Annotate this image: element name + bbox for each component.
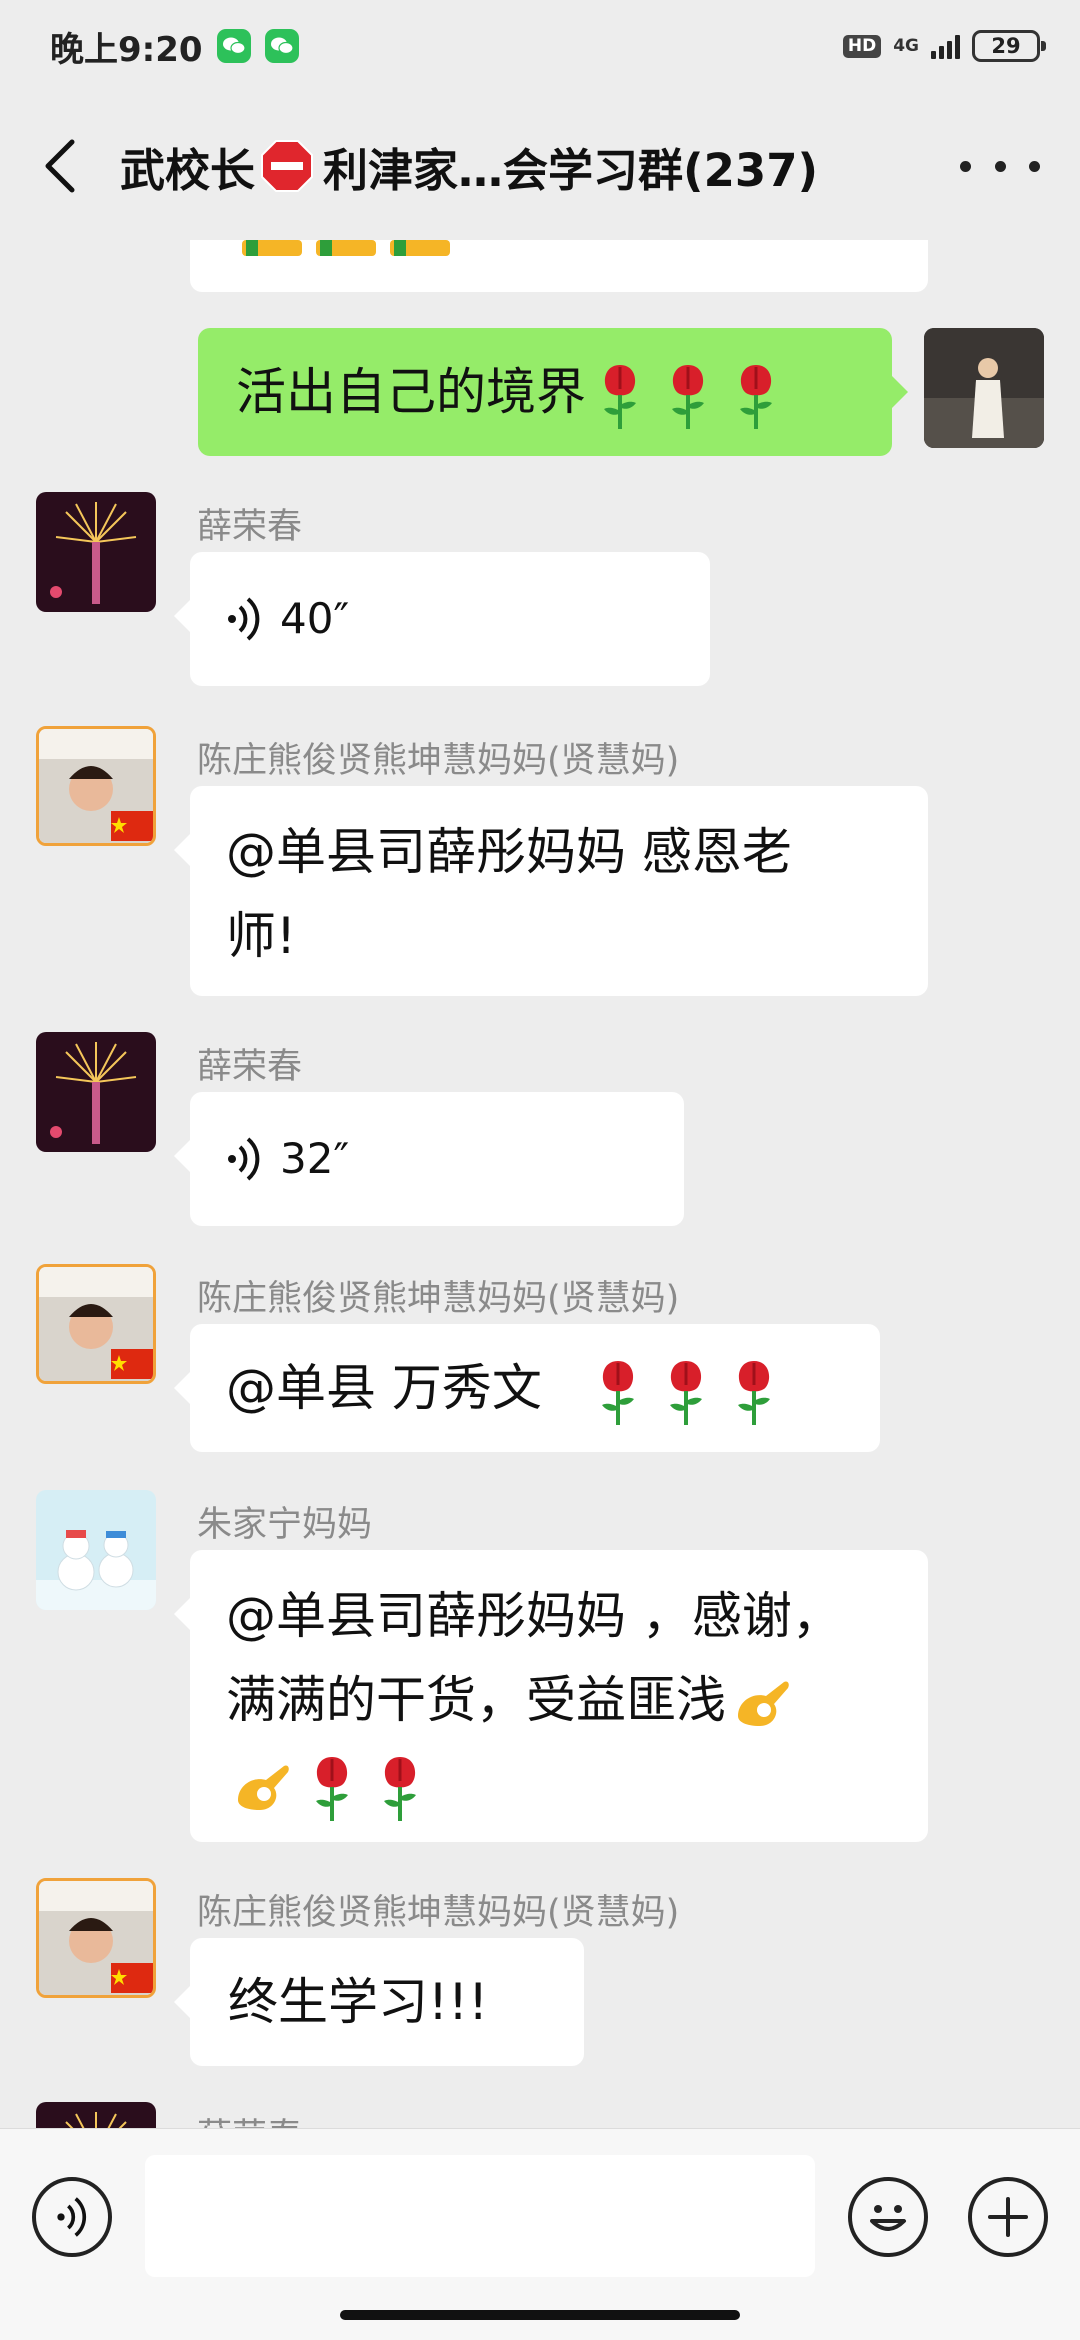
more-functions-button[interactable] [968, 2177, 1048, 2257]
wechat-notification-icon [264, 29, 299, 63]
battery-icon: 29 [972, 30, 1046, 62]
more-button[interactable] [960, 142, 1040, 190]
sender-name: 薛荣春 [197, 1047, 303, 1087]
more-dot-icon [960, 160, 971, 172]
message-list[interactable]: 活出自己的境界 薛荣春 40″ 陈庄熊俊贤熊坤慧妈妈(贤慧妈) @单县司薛彤妈妈… [0, 240, 1080, 2128]
sender-avatar-child[interactable] [36, 1878, 156, 1998]
rose-emoji-icon [672, 364, 704, 429]
message-text: 终生学习!!! [228, 1973, 489, 2031]
sender-avatar-fireworks[interactable] [36, 1032, 156, 1152]
message-text-line [226, 1742, 892, 1826]
sender-name: 陈庄熊俊贤熊坤慧妈妈(贤慧妈) [197, 741, 680, 781]
sender-name: 朱家宁妈妈 [197, 1505, 373, 1545]
message-input[interactable] [145, 2155, 815, 2277]
voice-message-bubble[interactable]: 40″ [174, 552, 710, 686]
message-bubble[interactable]: @单县 万秀文 [174, 1324, 880, 1452]
status-indicators: HD 4G 29 [842, 30, 1046, 62]
sender-avatar-child[interactable] [36, 1264, 156, 1384]
ok-hand-emoji-icon [738, 1680, 789, 1726]
smiley-icon [870, 2205, 906, 2231]
sender-avatar-snowman[interactable] [36, 1490, 156, 1610]
status-time: 晚上9:20 [50, 29, 203, 70]
emoji-button[interactable] [848, 2177, 928, 2257]
voice-wave-icon [228, 597, 260, 641]
sender-name: 薛荣春 [197, 507, 303, 547]
sender-avatar-fireworks[interactable] [36, 492, 156, 612]
chat-title: 武校长 利津家…会学习群(237) [120, 134, 920, 199]
sender-avatar-fireworks[interactable] [36, 2102, 156, 2128]
ok-hand-emoji-icon [238, 1764, 289, 1810]
rose-emoji-icon [669, 1360, 702, 1425]
wechat-notification-icon [216, 29, 251, 63]
plus-icon [988, 2197, 1028, 2237]
hd-badge: HD [842, 34, 882, 58]
voice-wave-icon [57, 2197, 87, 2237]
self-avatar[interactable] [924, 328, 1044, 448]
rose-emoji-icon [604, 364, 636, 429]
message-text-line: 满满的干货，受益匪浅 [226, 1658, 892, 1742]
rose-emoji-icon [601, 1360, 634, 1425]
voice-duration: 32″ [280, 1134, 350, 1183]
status-bar: 晚上9:20 HD 4G 29 [0, 0, 1080, 92]
chat-title-part2: 利津家…会学习群(237) [323, 143, 819, 197]
thumbs-up-emoji-icon [242, 240, 450, 256]
input-bar [0, 2128, 1080, 2340]
message-text-line: @单县司薛彤妈妈 ，感谢， [226, 1587, 842, 1645]
sender-name: 陈庄熊俊贤熊坤慧妈妈(贤慧妈) [197, 1893, 680, 1933]
battery-level: 29 [991, 34, 1021, 58]
message-bubble-partial [190, 240, 928, 292]
rose-emoji-icon [740, 364, 772, 429]
rose-emoji-icon [737, 1360, 770, 1425]
rose-emoji-icon [384, 1756, 416, 1821]
message-bubble[interactable]: @单县司薛彤妈妈 ，感谢， 满满的干货，受益匪浅 [174, 1550, 928, 1842]
more-dot-icon [1029, 160, 1040, 172]
chevron-left-icon [45, 139, 75, 193]
voice-message-bubble[interactable]: 32″ [174, 1092, 684, 1226]
rose-emoji-icon [316, 1756, 348, 1821]
sender-name: 陈庄熊俊贤熊坤慧妈妈(贤慧妈) [197, 1279, 680, 1319]
network-type: 4G [893, 35, 919, 56]
home-indicator[interactable] [340, 2310, 740, 2320]
message-text-line: 师! [226, 907, 297, 965]
chat-title-part1: 武校长 [120, 143, 256, 197]
message-bubble[interactable]: @单县司薛彤妈妈 感恩老 师! [174, 786, 928, 996]
signal-icon [931, 33, 960, 59]
sender-name: 薛荣春 [197, 2108, 302, 2128]
chat-header: 武校长 利津家…会学习群(237) [0, 92, 1080, 240]
message-text-line: @单县司薛彤妈妈 感恩老 [226, 823, 792, 881]
message-bubble[interactable]: 终生学习!!! [174, 1938, 584, 2066]
voice-duration: 40″ [280, 594, 350, 643]
more-dot-icon [994, 160, 1006, 172]
sender-avatar-child[interactable] [36, 726, 156, 846]
message-bubble-self[interactable]: 活出自己的境界 [198, 328, 908, 456]
stop-sign-icon [261, 140, 314, 192]
message-text: @单县 万秀文 [226, 1359, 542, 1417]
message-text: 活出自己的境界 [236, 363, 586, 421]
voice-wave-icon [228, 1137, 260, 1181]
back-button[interactable] [0, 92, 120, 240]
voice-input-button[interactable] [32, 2177, 112, 2257]
message-text: 满满的干货，受益匪浅 [226, 1671, 726, 1729]
